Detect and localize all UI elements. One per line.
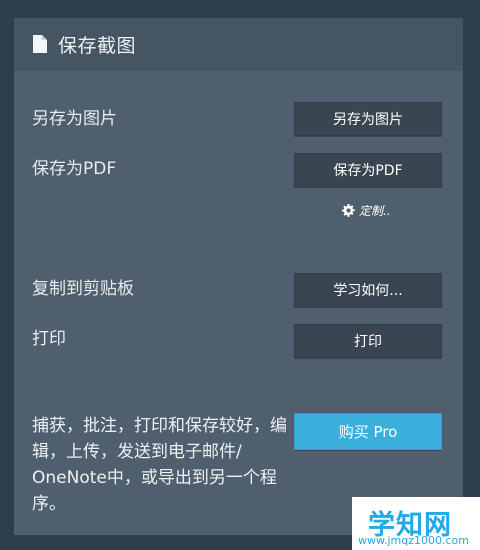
promo-text: 捕获，批注，打印和保存较好，编辑，上传，发送到电子邮件/ OneNote中，或导… xyxy=(32,416,287,514)
print-button[interactable]: 打印 xyxy=(294,324,442,358)
watermark-url: www.jmqz1000.com xyxy=(358,534,469,547)
watermark-logo: 学知网 www.jmqz1000.com xyxy=(352,497,480,550)
buy-pro-button[interactable]: 购买 Pro xyxy=(294,413,442,450)
save-image-label: 另存为图片 xyxy=(32,109,117,129)
gear-icon xyxy=(342,204,355,217)
panel-title: 保存截图 xyxy=(58,34,137,57)
save-pdf-button[interactable]: 保存为PDF xyxy=(294,153,442,187)
panel-header: 保存截图 xyxy=(14,18,463,71)
clipboard-label: 复制到剪贴板 xyxy=(32,279,134,299)
save-screenshot-panel: 保存截图 另存为图片 另存为图片 保存为PDF 保存为PDF 定制.. 复制到剪… xyxy=(14,18,463,535)
customize-label: 定制.. xyxy=(359,204,391,218)
customize-link[interactable]: 定制.. xyxy=(342,202,391,219)
document-icon xyxy=(33,35,47,53)
print-label: 打印 xyxy=(32,329,66,349)
learn-how-button[interactable]: 学习如何... xyxy=(294,273,442,307)
save-pdf-label: 保存为PDF xyxy=(32,159,117,179)
save-image-button[interactable]: 另存为图片 xyxy=(294,102,442,136)
